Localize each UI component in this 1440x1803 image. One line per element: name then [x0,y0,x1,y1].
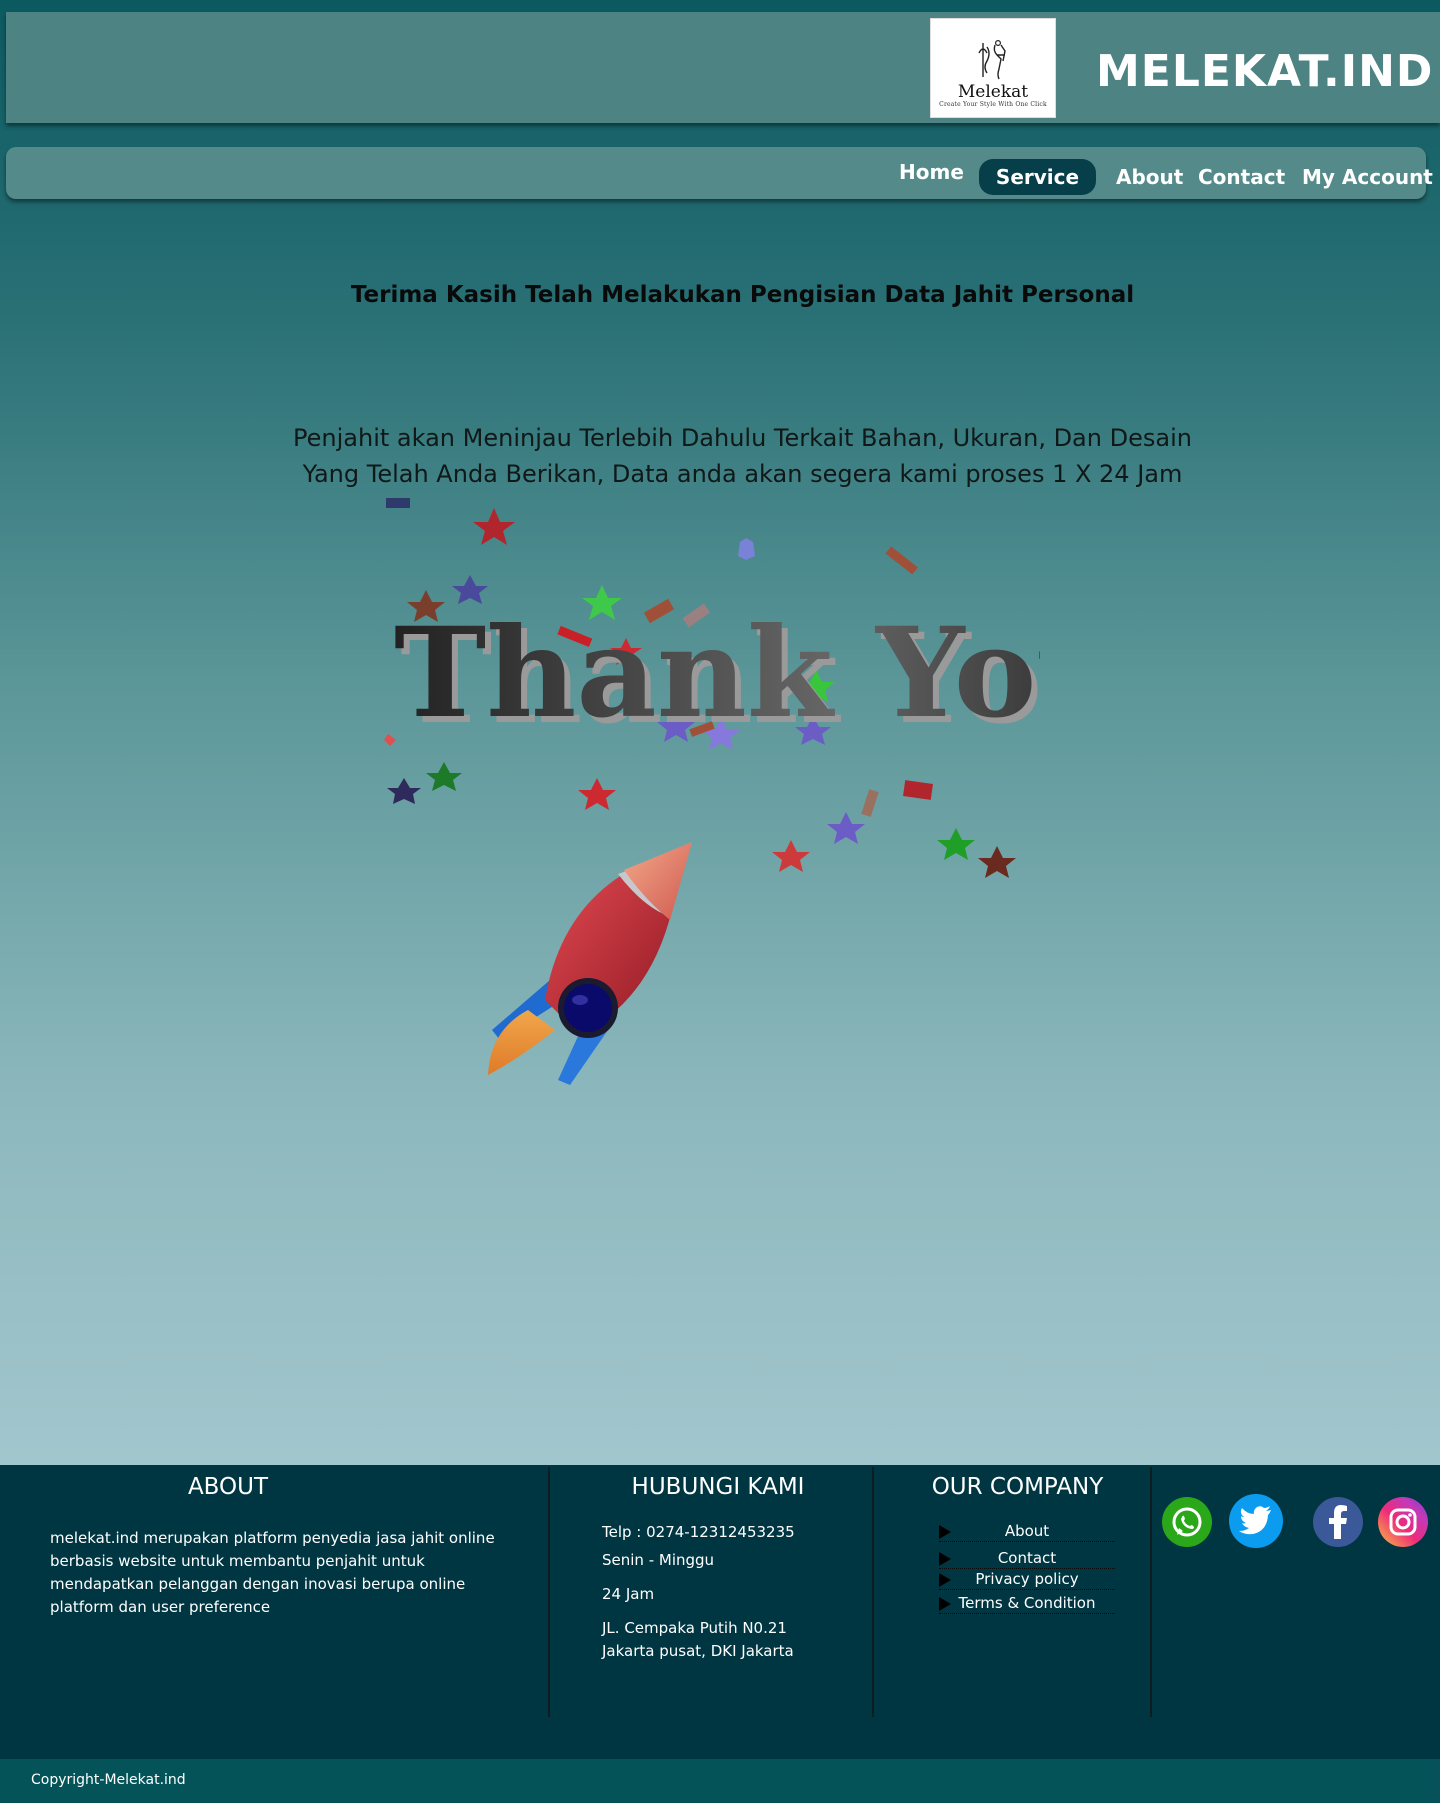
footer-about-text: melekat.ind merupakan platform penyedia … [50,1529,495,1616]
nav-my-account[interactable]: My Account [1302,165,1433,189]
triangle-right-icon [939,1597,951,1611]
footer-divider [548,1467,550,1717]
whatsapp-icon[interactable] [1162,1497,1212,1547]
hero-text: Thank You [394,601,1040,746]
footer-link-privacy[interactable]: Privacy policy [939,1569,1115,1590]
copyright-text: Copyright-Melekat.ind [31,1772,186,1788]
copyright-bar [0,1759,1428,1803]
footer-link-about[interactable]: About [939,1521,1115,1542]
brand-title: MELEKAT.IND [1096,46,1434,97]
footer-company-title: OUR COMPANY [931,1474,1104,1500]
logo-name: Melekat [957,82,1029,102]
mannequin-logo-icon [978,39,1006,80]
rocket-icon [488,842,692,1085]
footer-link-terms[interactable]: Terms & Condition [939,1593,1115,1614]
triangle-right-icon [939,1552,951,1566]
footer-hours: 24 Jam [602,1585,655,1603]
site-header: Melekat Create Your Style With One Click… [6,12,1440,123]
footer-days: Senin - Minggu [602,1551,715,1569]
triangle-right-icon [939,1573,951,1587]
twitter-icon[interactable] [1229,1494,1283,1548]
footer-divider [1150,1467,1152,1717]
instagram-icon[interactable] [1378,1497,1428,1547]
thank-you-rocket-illustration: Thank You Thank You [384,498,1040,1085]
nav-contact[interactable]: Contact [1198,165,1285,189]
nav-home[interactable]: Home [899,160,964,184]
logo[interactable]: Melekat Create Your Style With One Click [930,18,1056,118]
nav-service[interactable]: Service [979,159,1096,195]
footer-phone: Telp : 0274-12312453235 [602,1523,795,1541]
page-description: Penjahit akan Meninjau Terlebih Dahulu T… [293,424,1192,488]
nav-about[interactable]: About [1116,165,1183,189]
footer-divider [872,1467,874,1717]
main-navigation: Home Service About Contact My Account [6,147,1433,199]
footer-address-line1: JL. Cempaka Putih N0.21 [602,1619,787,1637]
logo-tagline: Create Your Style With One Click [939,101,1047,108]
page-heading: Terima Kasih Telah Melakukan Pengisian D… [350,282,1135,308]
triangle-right-icon [939,1525,951,1539]
footer-link-contact[interactable]: Contact [939,1548,1115,1569]
footer-about-title: ABOUT [187,1474,269,1500]
footer-contact-title: HUBUNGI KAMI [631,1474,805,1500]
footer-address-line2: Jakarta pusat, DKI Jakarta [602,1642,794,1660]
facebook-icon[interactable] [1313,1497,1363,1547]
